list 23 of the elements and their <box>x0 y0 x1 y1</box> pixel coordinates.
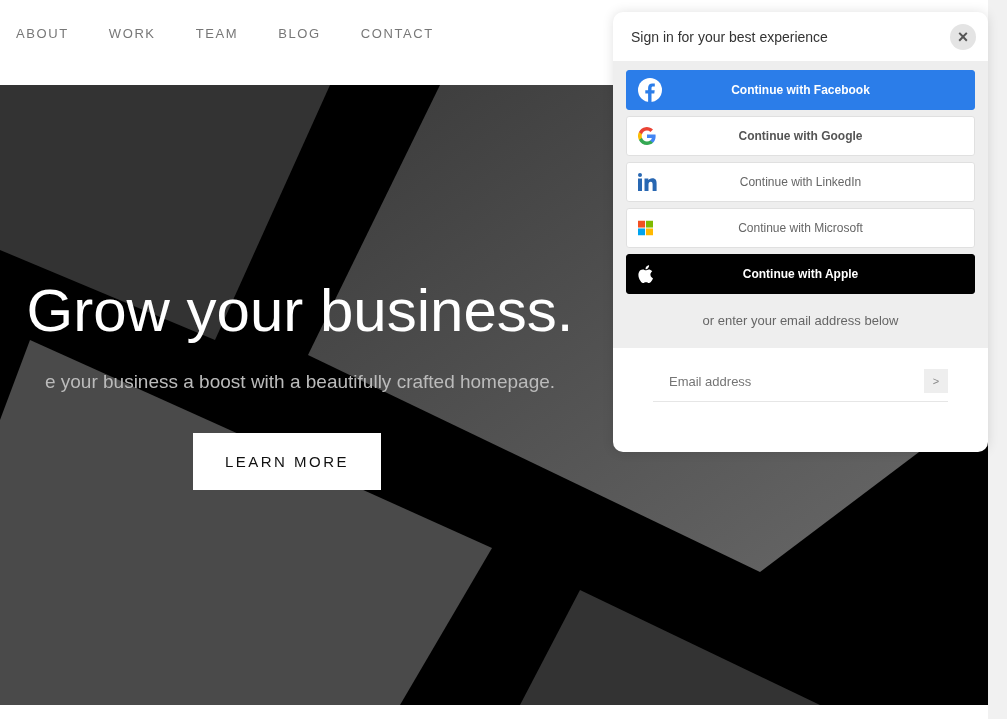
linkedin-icon <box>638 173 658 191</box>
learn-more-button[interactable]: LEARN MORE <box>193 433 381 490</box>
linkedin-sign-in-button[interactable]: Continue with LinkedIn <box>626 162 975 202</box>
facebook-sign-in-button[interactable]: Continue with Facebook <box>626 70 975 110</box>
email-field[interactable]: Email address <box>667 372 924 390</box>
microsoft-sign-in-button[interactable]: Continue with Microsoft <box>626 208 975 248</box>
hero-subtitle: e your business a boost with a beautifully crafted homepage. <box>44 371 556 393</box>
nav-link[interactable]: CONTACT <box>360 26 434 41</box>
apple-icon <box>638 265 653 283</box>
submit-button[interactable]: > <box>924 369 948 393</box>
close-button[interactable]: × <box>950 23 976 50</box>
email-hint: or enter your email address below <box>701 312 900 330</box>
nav-link[interactable]: BLOG <box>278 26 321 41</box>
google-sign-in-button[interactable]: Continue with Google <box>626 116 975 156</box>
nav-link[interactable]: TEAM <box>195 26 239 41</box>
nav-link[interactable]: ABOUT <box>16 26 69 41</box>
nav-link[interactable]: WORK <box>108 26 156 41</box>
hero-headline: Grow your business. <box>26 281 574 341</box>
google-icon <box>638 127 656 145</box>
microsoft-icon <box>638 220 653 236</box>
apple-sign-in-button[interactable]: Continue with Apple <box>626 254 975 294</box>
popup-title: Sign in for your best experience <box>631 28 828 45</box>
facebook-icon <box>638 78 662 102</box>
